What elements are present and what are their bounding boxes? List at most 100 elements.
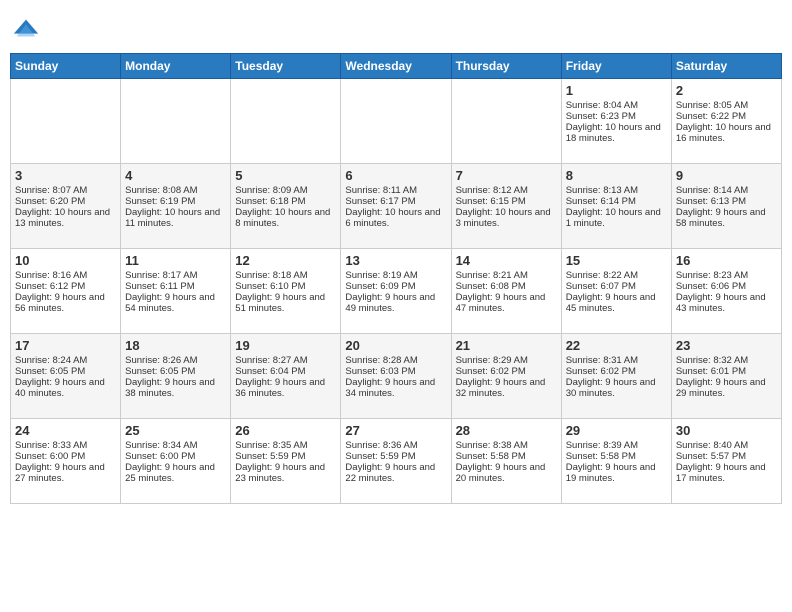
day-number: 14 — [456, 253, 557, 268]
day-info: Sunset: 6:04 PM — [235, 366, 336, 377]
day-info: Daylight: 10 hours and 18 minutes. — [566, 122, 667, 144]
day-info: Daylight: 9 hours and 20 minutes. — [456, 462, 557, 484]
calendar-cell: 18Sunrise: 8:26 AMSunset: 6:05 PMDayligh… — [121, 334, 231, 419]
day-info: Daylight: 9 hours and 30 minutes. — [566, 377, 667, 399]
day-info: Sunrise: 8:24 AM — [15, 355, 116, 366]
day-info: Sunrise: 8:27 AM — [235, 355, 336, 366]
day-info: Sunrise: 8:19 AM — [345, 270, 446, 281]
day-info: Daylight: 9 hours and 54 minutes. — [125, 292, 226, 314]
day-number: 24 — [15, 423, 116, 438]
day-info: Daylight: 9 hours and 51 minutes. — [235, 292, 336, 314]
calendar-cell: 6Sunrise: 8:11 AMSunset: 6:17 PMDaylight… — [341, 164, 451, 249]
day-info: Sunrise: 8:16 AM — [15, 270, 116, 281]
column-header-monday: Monday — [121, 54, 231, 79]
day-number: 3 — [15, 168, 116, 183]
day-number: 22 — [566, 338, 667, 353]
calendar-cell: 28Sunrise: 8:38 AMSunset: 5:58 PMDayligh… — [451, 419, 561, 504]
day-number: 2 — [676, 83, 777, 98]
calendar-cell: 29Sunrise: 8:39 AMSunset: 5:58 PMDayligh… — [561, 419, 671, 504]
column-header-friday: Friday — [561, 54, 671, 79]
column-header-thursday: Thursday — [451, 54, 561, 79]
column-header-wednesday: Wednesday — [341, 54, 451, 79]
day-info: Sunrise: 8:33 AM — [15, 440, 116, 451]
day-info: Sunrise: 8:22 AM — [566, 270, 667, 281]
calendar-cell — [121, 79, 231, 164]
day-info: Sunset: 5:58 PM — [566, 451, 667, 462]
day-info: Sunrise: 8:17 AM — [125, 270, 226, 281]
day-info: Sunset: 6:20 PM — [15, 196, 116, 207]
day-info: Daylight: 9 hours and 17 minutes. — [676, 462, 777, 484]
day-info: Sunrise: 8:07 AM — [15, 185, 116, 196]
day-info: Sunset: 5:59 PM — [345, 451, 446, 462]
page-header — [10, 10, 782, 43]
day-info: Daylight: 9 hours and 23 minutes. — [235, 462, 336, 484]
calendar-cell: 23Sunrise: 8:32 AMSunset: 6:01 PMDayligh… — [671, 334, 781, 419]
day-info: Daylight: 9 hours and 25 minutes. — [125, 462, 226, 484]
calendar-cell: 17 Sunrise: 8:24 AMSunset: 6:05 PMDayligh… — [11, 334, 121, 419]
day-number: 13 — [345, 253, 446, 268]
day-info: Daylight: 9 hours and 58 minutes. — [676, 207, 777, 229]
day-info: Sunset: 5:58 PM — [456, 451, 557, 462]
column-header-sunday: Sunday — [11, 54, 121, 79]
day-number: 7 — [456, 168, 557, 183]
column-header-tuesday: Tuesday — [231, 54, 341, 79]
calendar-cell: 26Sunrise: 8:35 AMSunset: 5:59 PMDayligh… — [231, 419, 341, 504]
calendar-week-row: 3Sunrise: 8:07 AMSunset: 6:20 PMDaylight… — [11, 164, 782, 249]
day-info: Daylight: 9 hours and 40 minutes. — [15, 377, 116, 399]
day-info: Daylight: 9 hours and 19 minutes. — [566, 462, 667, 484]
calendar-table: SundayMondayTuesdayWednesdayThursdayFrid… — [10, 53, 782, 504]
day-info: Sunset: 6:07 PM — [566, 281, 667, 292]
logo-text — [10, 15, 40, 43]
day-info: Sunrise: 8:11 AM — [345, 185, 446, 196]
day-info: Sunset: 6:00 PM — [125, 451, 226, 462]
day-info: Sunrise: 8:12 AM — [456, 185, 557, 196]
day-number: 8 — [566, 168, 667, 183]
calendar-cell: 4Sunrise: 8:08 AMSunset: 6:19 PMDaylight… — [121, 164, 231, 249]
day-info: Sunrise: 8:08 AM — [125, 185, 226, 196]
calendar-cell: 12Sunrise: 8:18 AMSunset: 6:10 PMDayligh… — [231, 249, 341, 334]
day-info: Sunrise: 8:09 AM — [235, 185, 336, 196]
day-info: Sunset: 6:05 PM — [125, 366, 226, 377]
day-info: Sunrise: 8:13 AM — [566, 185, 667, 196]
calendar-header-row: SundayMondayTuesdayWednesdayThursdayFrid… — [11, 54, 782, 79]
calendar-cell: 22Sunrise: 8:31 AMSunset: 6:02 PMDayligh… — [561, 334, 671, 419]
day-info: Sunset: 6:01 PM — [676, 366, 777, 377]
day-info: Sunset: 6:23 PM — [566, 111, 667, 122]
day-number: 5 — [235, 168, 336, 183]
day-number: 1 — [566, 83, 667, 98]
day-number: 19 — [235, 338, 336, 353]
day-info: Daylight: 9 hours and 36 minutes. — [235, 377, 336, 399]
day-number: 6 — [345, 168, 446, 183]
day-info: Sunset: 5:59 PM — [235, 451, 336, 462]
day-info: Sunset: 6:05 PM — [15, 366, 116, 377]
day-number: 17 — [15, 338, 116, 353]
day-info: Sunset: 6:06 PM — [676, 281, 777, 292]
day-info: Sunrise: 8:35 AM — [235, 440, 336, 451]
day-info: Daylight: 10 hours and 11 minutes. — [125, 207, 226, 229]
day-info: Daylight: 9 hours and 49 minutes. — [345, 292, 446, 314]
day-info: Daylight: 10 hours and 3 minutes. — [456, 207, 557, 229]
day-info: Sunset: 6:10 PM — [235, 281, 336, 292]
day-info: Sunset: 6:09 PM — [345, 281, 446, 292]
day-info: Sunrise: 8:31 AM — [566, 355, 667, 366]
day-info: Sunrise: 8:36 AM — [345, 440, 446, 451]
day-info: Daylight: 9 hours and 32 minutes. — [456, 377, 557, 399]
day-number: 20 — [345, 338, 446, 353]
calendar-cell: 30Sunrise: 8:40 AMSunset: 5:57 PMDayligh… — [671, 419, 781, 504]
day-info: Daylight: 9 hours and 22 minutes. — [345, 462, 446, 484]
day-info: Sunset: 6:15 PM — [456, 196, 557, 207]
calendar-cell: 8Sunrise: 8:13 AMSunset: 6:14 PMDaylight… — [561, 164, 671, 249]
calendar-cell — [451, 79, 561, 164]
column-header-saturday: Saturday — [671, 54, 781, 79]
calendar-week-row: 10Sunrise: 8:16 AMSunset: 6:12 PMDayligh… — [11, 249, 782, 334]
day-info: Sunrise: 8:40 AM — [676, 440, 777, 451]
day-info: Sunrise: 8:18 AM — [235, 270, 336, 281]
day-info: Sunrise: 8:26 AM — [125, 355, 226, 366]
day-info: Daylight: 10 hours and 13 minutes. — [15, 207, 116, 229]
day-number: 11 — [125, 253, 226, 268]
day-number: 9 — [676, 168, 777, 183]
day-info: Daylight: 9 hours and 38 minutes. — [125, 377, 226, 399]
day-info: Sunset: 6:22 PM — [676, 111, 777, 122]
day-number: 29 — [566, 423, 667, 438]
calendar-cell: 19 Sunrise: 8:27 AMSunset: 6:04 PMDayligh… — [231, 334, 341, 419]
